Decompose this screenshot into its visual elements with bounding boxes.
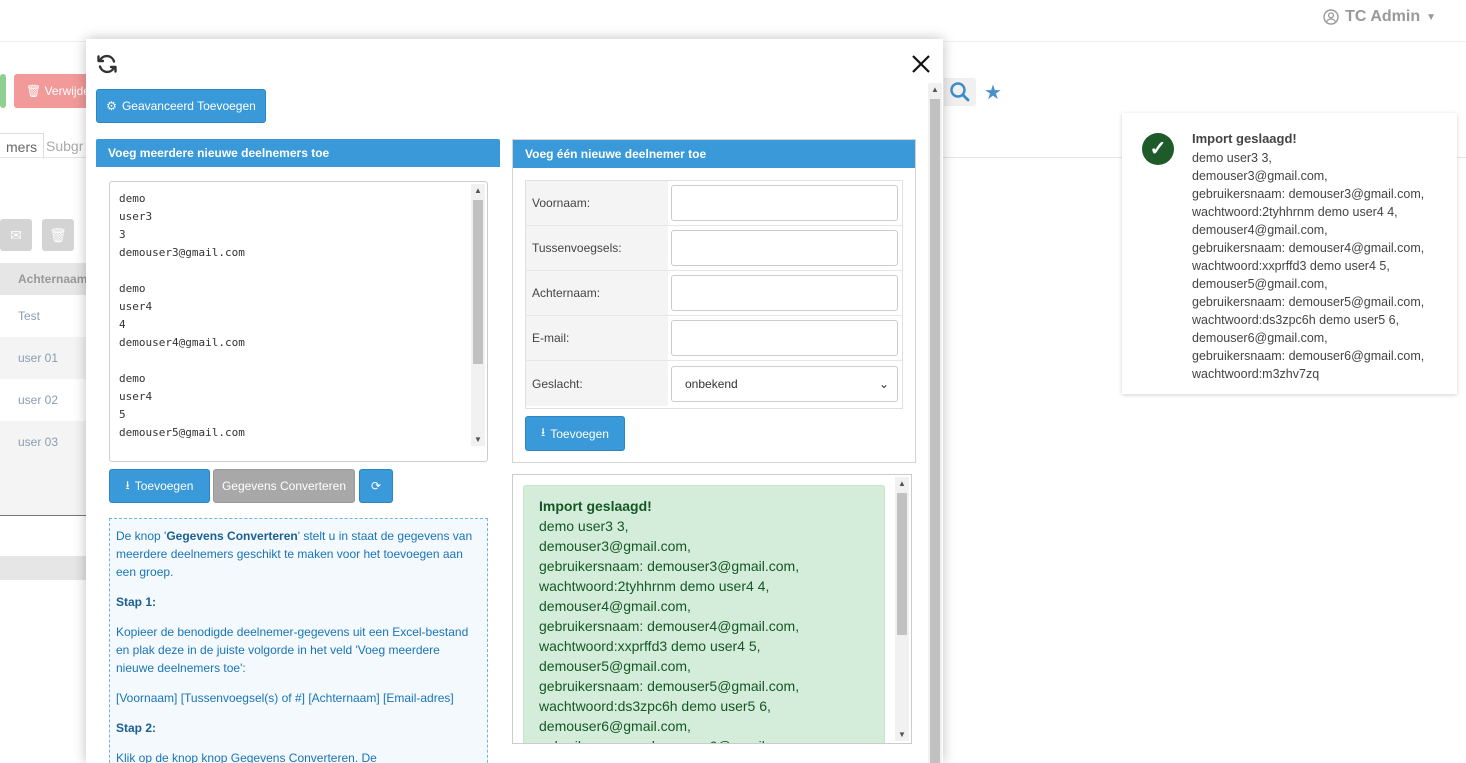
modal-scrollbar[interactable]: ▲: [928, 83, 942, 763]
scroll-thumb[interactable]: [897, 493, 907, 635]
single-add-title: Voeg één nieuwe deelnemer toe: [513, 140, 915, 168]
bulk-participants-textarea[interactable]: demo user3 3 demouser3@gmail.com demo us…: [109, 181, 488, 462]
gender-label: Geslacht:: [526, 361, 668, 406]
step1-text: Kopieer de benodigde deelnemer-gegevens …: [116, 625, 469, 675]
table-footer: [0, 556, 86, 580]
bg-add-button[interactable]: [0, 74, 6, 108]
participant-form: Voornaam: Tussenvoegsels: Achternaam: E-…: [525, 180, 903, 409]
table-header-lastname[interactable]: Achternaam: [0, 263, 87, 295]
user-name: TC Admin: [1345, 8, 1421, 25]
email-input[interactable]: [671, 320, 898, 356]
scroll-down-icon[interactable]: ▼: [898, 730, 906, 739]
textarea-scrollbar[interactable]: ▲ ▼: [471, 184, 485, 446]
bg-tab-subgroups[interactable]: Subgr: [40, 133, 89, 159]
gender-value: onbekend: [685, 376, 738, 391]
check-circle-icon: ✓: [1142, 133, 1174, 165]
bulk-add-panel: Voeg meerdere nieuwe deelnemers toe demo…: [96, 139, 500, 763]
search-button[interactable]: [944, 78, 976, 106]
form-row-lastname: Achternaam:: [526, 271, 902, 316]
bulk-add-title: Voeg meerdere nieuwe deelnemers toe: [96, 139, 500, 167]
scroll-up-icon[interactable]: ▲: [931, 85, 939, 94]
step1-title: Stap 1:: [116, 595, 157, 609]
scroll-up-icon[interactable]: ▲: [474, 186, 482, 195]
scroll-thumb[interactable]: [473, 200, 483, 364]
bg-delete-button[interactable]: 🗑 Verwijde: [14, 74, 94, 108]
user-menu[interactable]: TC Admin ▼: [1323, 8, 1436, 26]
single-add-button[interactable]: ⭳ Toevoegen: [525, 416, 625, 451]
form-row-firstname: Voornaam:: [526, 181, 902, 226]
refresh-icon[interactable]: [96, 53, 118, 75]
result-body: demo user3 3, demouser3@gmail.com, gebru…: [539, 518, 800, 743]
form-row-gender: Geslacht: onbekend ⌄: [526, 361, 902, 406]
bg-tab-members[interactable]: mers: [0, 133, 45, 159]
single-add-label: Toevoegen: [550, 426, 609, 441]
prefix-label: Tussenvoegsels:: [526, 226, 668, 270]
notification-body: demo user3 3, demouser3@gmail.com, gebru…: [1192, 151, 1425, 381]
download-icon: ⭳: [125, 477, 130, 492]
scroll-thumb[interactable]: [930, 99, 940, 763]
lastname-label: Achternaam:: [526, 271, 668, 315]
top-bar: TC Admin ▼: [0, 0, 1466, 42]
form-row-prefix: Tussenvoegsels:: [526, 226, 902, 271]
notification-title: Import geslaagd!: [1192, 131, 1297, 146]
convert-label: Gegevens Converteren: [221, 479, 347, 493]
refresh-icon: ⟳: [370, 479, 382, 493]
table-row[interactable]: user 01: [0, 337, 86, 379]
help-box: De knop 'Gegevens Converteren' stelt u i…: [109, 518, 488, 763]
table-row[interactable]: user 02: [0, 379, 86, 421]
help-intro: De knop 'Gegevens Converteren' stelt u i…: [116, 529, 473, 579]
table-row[interactable]: Test: [0, 295, 86, 337]
scroll-down-icon[interactable]: ▼: [474, 435, 482, 444]
table-row[interactable]: user 03: [0, 421, 86, 463]
bulk-add-button[interactable]: ⭳ Toevoegen: [109, 469, 210, 503]
textarea-value: demo user3 3 demouser3@gmail.com demo us…: [119, 192, 245, 439]
prefix-input[interactable]: [671, 230, 898, 266]
single-add-panel: Voeg één nieuwe deelnemer toe Voornaam: …: [512, 139, 916, 463]
advanced-add-button[interactable]: ⚙ Geavanceerd Toevoegen: [96, 89, 266, 123]
result-title: Import geslaagd!: [539, 498, 652, 514]
format-text: [Voornaam] [Tussenvoegsel(s) of #] [Acht…: [116, 691, 454, 705]
close-icon[interactable]: [910, 53, 932, 75]
form-row-email: E-mail:: [526, 316, 902, 361]
advanced-add-label: Geavanceerd Toevoegen: [121, 99, 256, 113]
notification-toast: ✓ Import geslaagd! demo user3 3, demouse…: [1122, 113, 1457, 394]
bulk-add-label: Toevoegen: [134, 479, 194, 493]
step2-title: Stap 2:: [116, 721, 157, 735]
trash-icon[interactable]: 🗑: [42, 219, 74, 251]
trash-icon: 🗑: [26, 84, 45, 98]
email-label: E-mail:: [526, 316, 668, 360]
convert-data-button[interactable]: Gegevens Converteren: [213, 469, 355, 503]
step2-text: Klik op de knop knop Gegevens Convertere…: [116, 751, 377, 763]
cogs-icon: ⚙: [106, 99, 117, 113]
chevron-down-icon: ⌄: [878, 376, 889, 391]
star-icon[interactable]: ★: [984, 80, 1002, 105]
caret-down-icon: ▼: [1426, 11, 1436, 23]
search-icon: [950, 82, 970, 102]
lastname-input[interactable]: [671, 275, 898, 311]
firstname-input[interactable]: [671, 185, 898, 221]
result-scrollbar[interactable]: ▲ ▼: [895, 477, 909, 741]
divider: [0, 515, 86, 516]
table-row-empty: [0, 463, 86, 515]
scroll-up-icon[interactable]: ▲: [898, 479, 906, 488]
import-result-box: Import geslaagd! demo user3 3, demouser3…: [512, 474, 912, 744]
envelope-icon[interactable]: ✉: [0, 219, 32, 251]
add-participants-modal: ⚙ Geavanceerd Toevoegen Voeg meerdere ni…: [86, 39, 943, 763]
firstname-label: Voornaam:: [526, 181, 668, 225]
gender-select[interactable]: onbekend ⌄: [671, 365, 898, 402]
user-circle-icon: [1323, 9, 1339, 25]
download-icon: ⭳: [541, 425, 546, 439]
import-success-alert: Import geslaagd! demo user3 3, demouser3…: [523, 485, 885, 743]
bg-delete-label: Verwijde: [44, 84, 90, 98]
refresh-button[interactable]: ⟳: [359, 469, 393, 503]
